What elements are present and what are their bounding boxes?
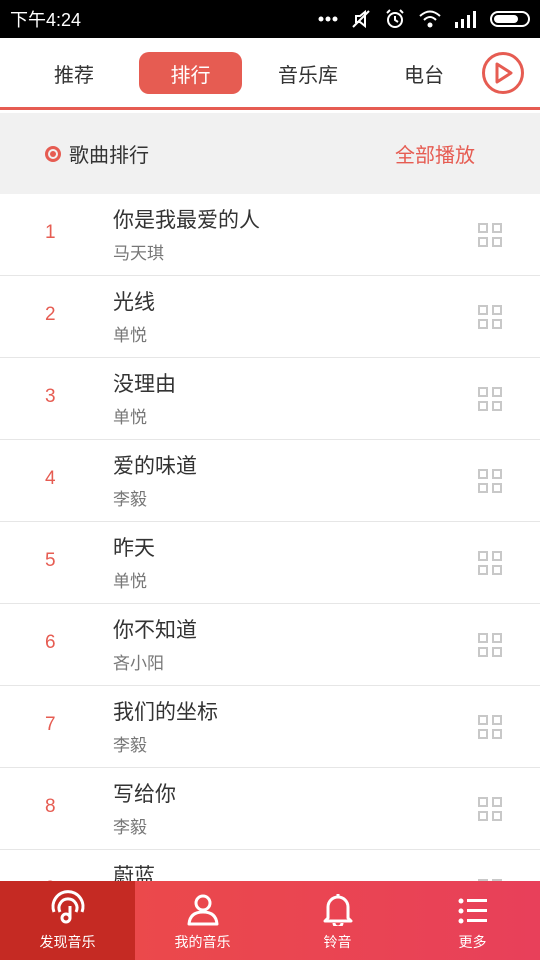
song-row[interactable]: 7 我们的坐标 李毅 [0,686,540,768]
song-artist: 吝小阳 [113,654,164,674]
song-artist: 李毅 [113,490,147,510]
wifi-icon [419,10,441,28]
bell-icon [323,894,352,926]
song-list: 1 你是我最爱的人 马天琪 2 光线 单悦 3 没理由 单悦 4 爱的味道 李毅… [0,194,540,932]
grid-menu-icon[interactable] [478,223,503,248]
top-tabs: 推荐 排行 音乐库 电台 [0,38,540,110]
status-time: 下午4:24 [10,10,82,30]
grid-menu-icon[interactable] [478,715,503,740]
song-title: 你是我最爱的人 [113,208,260,232]
nav-more[interactable]: 更多 [405,881,540,960]
mute-icon [352,9,370,29]
song-row[interactable]: 4 爱的味道 李毅 [0,440,540,522]
target-dot-icon [45,145,61,162]
grid-menu-icon[interactable] [478,305,503,330]
song-row[interactable]: 6 你不知道 吝小阳 [0,604,540,686]
song-title: 爱的味道 [113,454,197,478]
song-title: 你不知道 [113,618,197,642]
song-rank: 6 [45,632,56,653]
grid-menu-icon[interactable] [478,551,503,576]
song-rank: 1 [45,222,56,243]
song-row[interactable]: 2 光线 单悦 [0,276,540,358]
status-icons [318,8,530,30]
signal-icon [455,11,476,28]
nav-label: 铃音 [323,935,352,951]
song-artist: 马天琪 [113,244,164,264]
song-rank: 3 [45,386,56,407]
tab-radio[interactable]: 电台 [394,52,454,94]
alarm-icon [386,9,404,28]
song-artist: 单悦 [113,408,147,428]
song-row[interactable]: 1 你是我最爱的人 马天琪 [0,194,540,276]
nav-label: 发现音乐 [39,935,96,951]
nav-my-music[interactable]: 我的音乐 [135,881,270,960]
broadcast-music-icon [51,890,84,924]
song-row[interactable]: 3 没理由 单悦 [0,358,540,440]
battery-icon [490,11,530,27]
song-title: 没理由 [113,372,176,396]
grid-menu-icon[interactable] [478,469,503,494]
nav-label: 更多 [458,935,487,951]
ranking-section-header: 歌曲排行 全部播放 [0,113,540,194]
song-rank: 5 [45,550,56,571]
song-title: 光线 [113,290,155,314]
nav-ringtone[interactable]: 铃音 [270,881,405,960]
now-playing-button[interactable] [482,52,524,94]
section-title: 歌曲排行 [69,143,149,167]
grid-menu-icon[interactable] [478,797,503,822]
grid-menu-icon[interactable] [478,633,503,658]
bottom-nav: 发现音乐 我的音乐 铃音 更多 [0,881,540,960]
tab-recommend[interactable]: 推荐 [40,52,108,94]
song-rank: 8 [45,796,56,817]
song-artist: 单悦 [113,326,147,346]
song-rank: 4 [45,468,56,489]
tab-ranking[interactable]: 排行 [139,52,242,94]
more-dots-icon [318,16,338,22]
song-rank: 2 [45,304,56,325]
song-row[interactable]: 8 写给你 李毅 [0,768,540,850]
tab-library[interactable]: 音乐库 [270,52,346,94]
menu-list-icon [458,898,487,924]
user-icon [187,894,218,926]
grid-menu-icon[interactable] [478,387,503,412]
status-bar: 下午4:24 [0,0,540,38]
nav-label: 我的音乐 [174,935,231,951]
play-all-button[interactable]: 全部播放 [395,139,495,168]
song-row[interactable]: 5 昨天 单悦 [0,522,540,604]
song-title: 昨天 [113,536,155,560]
song-rank: 7 [45,714,56,735]
song-artist: 单悦 [113,572,147,592]
song-artist: 李毅 [113,736,147,756]
song-title: 写给你 [113,782,176,806]
play-icon [495,62,513,84]
song-artist: 李毅 [113,818,147,838]
song-title: 我们的坐标 [113,700,218,724]
nav-discover-music[interactable]: 发现音乐 [0,881,135,960]
